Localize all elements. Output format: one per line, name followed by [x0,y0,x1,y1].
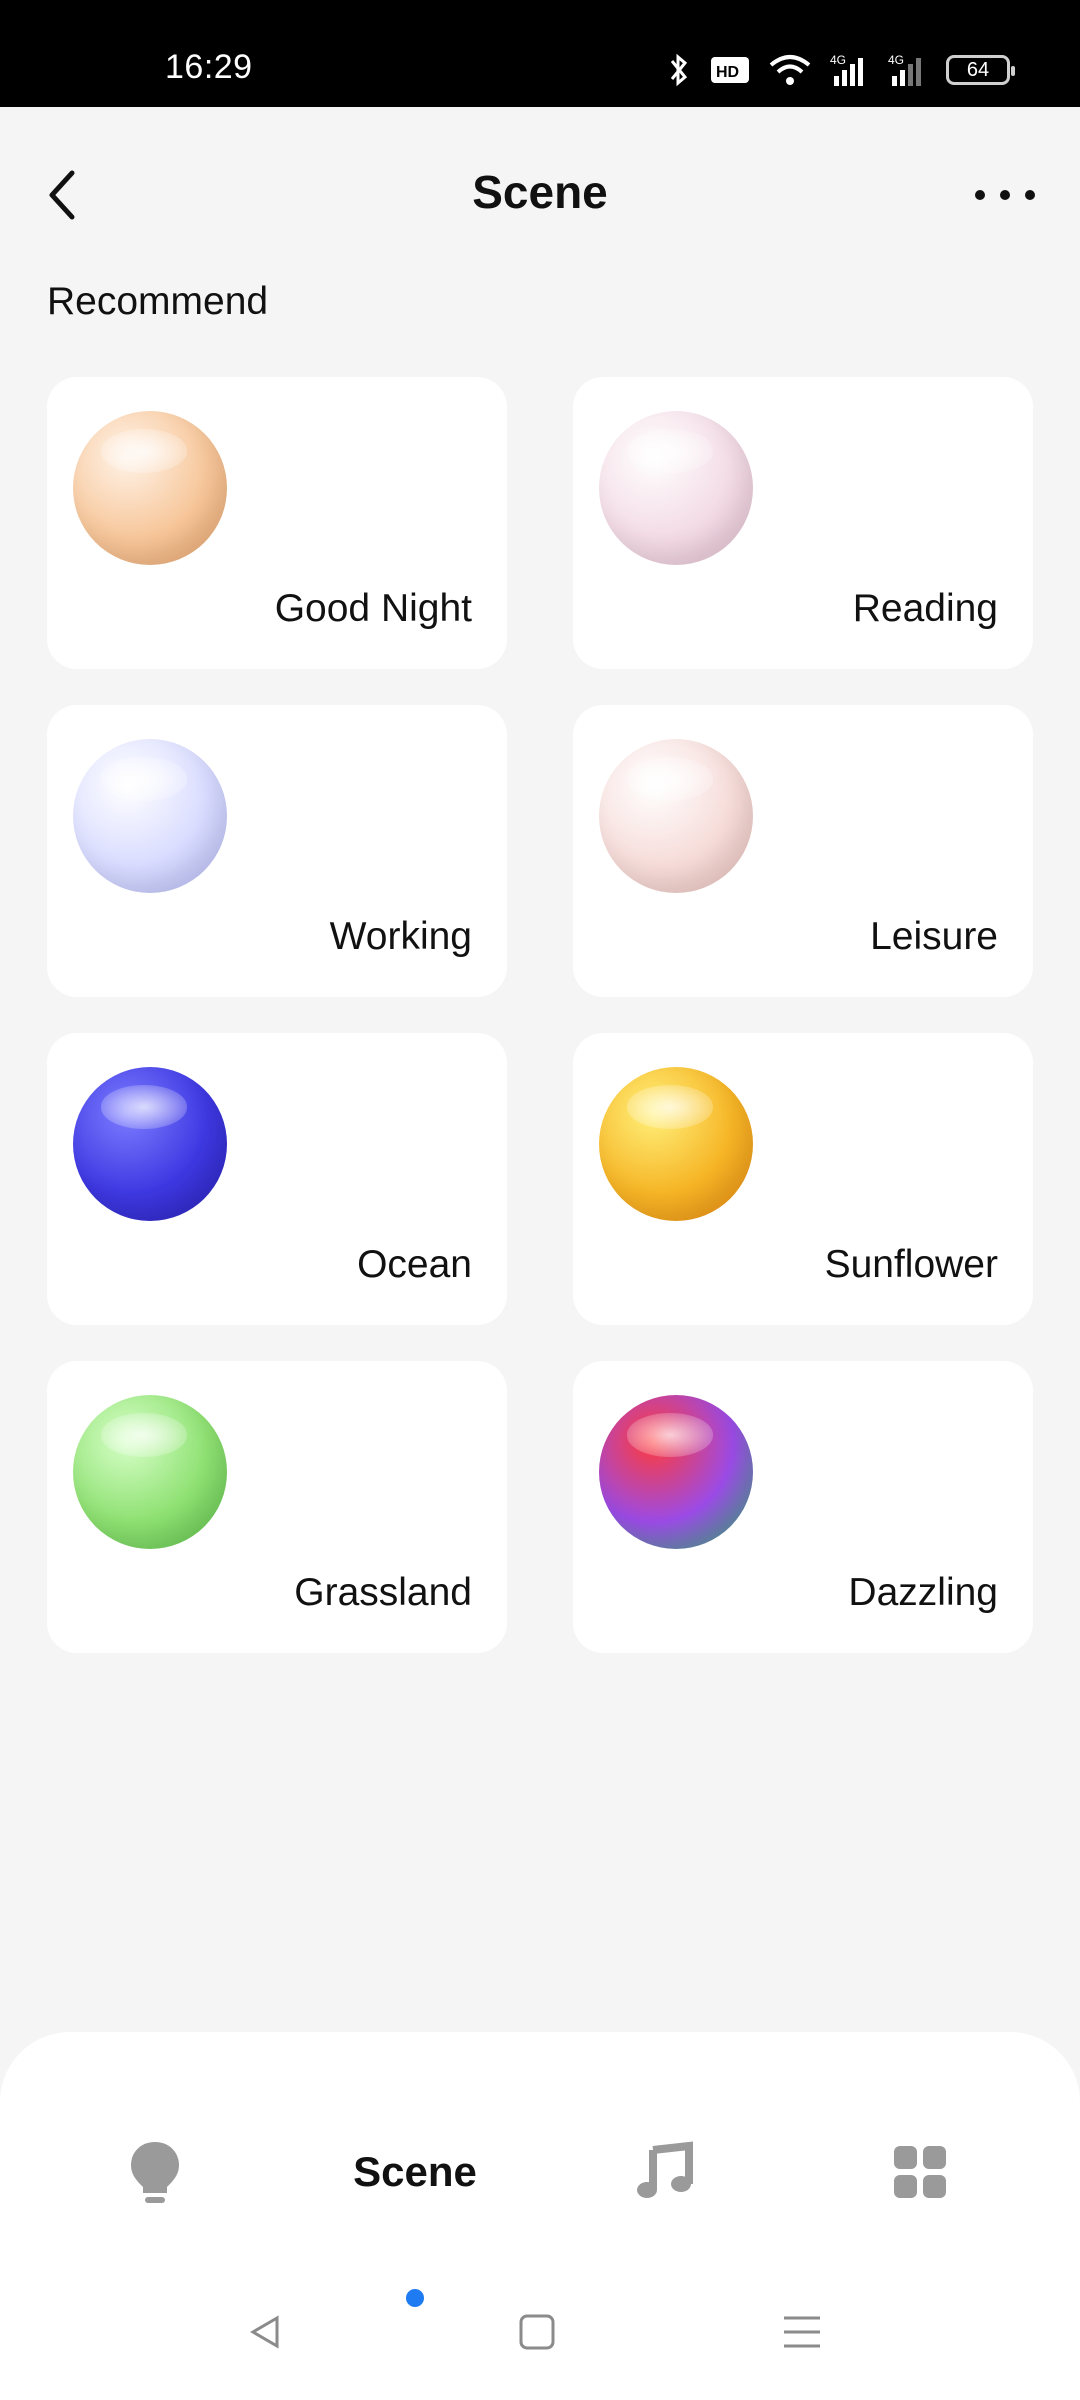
scene-card-ocean[interactable]: Ocean [47,1033,507,1325]
system-recents-button[interactable] [780,2312,824,2357]
more-options-button[interactable] [970,175,1040,215]
scene-card-reading[interactable]: Reading [573,377,1033,669]
more-icon [975,190,1035,200]
header: Scene [0,107,1080,277]
tab-scene[interactable]: Scene [330,2127,500,2307]
scene-label: Sunflower [824,1243,998,1286]
signal-icon-1: 4G [830,52,870,88]
scene-card-grassland[interactable]: Grassland [47,1361,507,1653]
scene-card-dazzling[interactable]: Dazzling [573,1361,1033,1653]
svg-text:4G: 4G [888,53,904,67]
triangle-back-icon [250,2315,279,2349]
status-time: 16:29 [165,48,253,86]
orb-icon [599,411,753,565]
tab-more[interactable] [875,2127,965,2217]
orb-icon [73,1067,227,1221]
scene-label: Leisure [870,915,998,958]
scene-card-good-night[interactable]: Good Night [47,377,507,669]
hd-icon: HD [710,55,750,85]
system-back-button[interactable] [245,2312,285,2357]
orb-icon [599,1395,753,1549]
status-bar: 16:29 HD 4G 4G 64 [0,0,1080,107]
scene-label: Dazzling [848,1571,998,1614]
scene-card-leisure[interactable]: Leisure [573,705,1033,997]
wifi-icon [768,53,812,87]
square-home-icon [519,2314,555,2350]
scene-label: Reading [852,587,998,630]
scene-label: Ocean [357,1243,472,1286]
grid-icon [894,2146,946,2198]
tab-music[interactable] [620,2127,710,2217]
scene-label: Grassland [294,1571,472,1614]
battery-icon: 64 [946,55,1015,85]
scene-label: Working [329,915,472,958]
bulb-icon [131,2142,179,2203]
orb-icon [599,1067,753,1221]
status-icons: HD 4G 4G 64 [666,52,1015,88]
system-home-button[interactable] [517,2312,557,2357]
svg-text:HD: HD [716,64,739,81]
signal-icon-2: 4G [888,52,928,88]
section-title: Recommend [47,280,269,323]
orb-icon [73,1395,227,1549]
orb-icon [73,411,227,565]
music-icon [637,2141,693,2198]
svg-text:4G: 4G [830,53,846,67]
system-navigation [0,2290,1080,2370]
tab-light[interactable] [110,2127,200,2217]
page-title: Scene [472,166,608,218]
orb-icon [599,739,753,893]
scene-card-sunflower[interactable]: Sunflower [573,1033,1033,1325]
scene-card-working[interactable]: Working [47,705,507,997]
tab-scene-label: Scene [353,2148,477,2195]
menu-icon [784,2316,820,2348]
bluetooth-icon [666,52,692,88]
scene-label: Good Night [274,587,472,630]
orb-icon [73,739,227,893]
